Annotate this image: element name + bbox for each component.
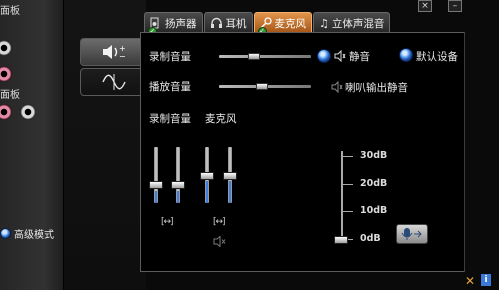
side-tab-effects[interactable]	[80, 68, 146, 96]
advanced-mode-label: 高级模式	[14, 230, 54, 241]
left-panel: 面板 面板 高级模式	[0, 0, 64, 290]
db-label: 10dB	[360, 205, 388, 216]
minimize-icon[interactable]: –	[448, 0, 462, 12]
mic-boost-thumb[interactable]	[334, 236, 348, 244]
tab-microphone[interactable]: ✓ 麦克风	[253, 12, 312, 36]
record-volume-thumb[interactable]	[247, 53, 260, 60]
audio-jack-grey[interactable]	[0, 40, 12, 56]
headphones-icon	[210, 17, 222, 28]
side-tab-volume[interactable]: + −	[80, 38, 146, 66]
mic-mute-speaker-icon[interactable]	[213, 236, 227, 247]
scale-tick	[343, 184, 353, 185]
mic-right-thumb[interactable]	[223, 172, 237, 180]
scale-tick	[343, 156, 353, 157]
speaker-output-mute-label: 喇叭输出静音	[345, 82, 408, 94]
db-label: 0dB	[360, 233, 381, 244]
tab-stereo-mix[interactable]: ♫ 立体声混音	[313, 12, 391, 33]
default-device-label: 默认设备	[416, 51, 458, 63]
record-left-thumb[interactable]	[149, 181, 163, 189]
side-tab-strip: + −	[64, 0, 146, 290]
device-tabs: ✓ 扬声器 耳机 ✓ 麦克风 ♫ 立体声混音	[144, 12, 391, 36]
speaker-mute-icon	[331, 81, 343, 93]
mic-left-thumb[interactable]	[200, 172, 214, 180]
record-left-level	[155, 191, 157, 203]
mute-radio[interactable]	[317, 49, 331, 63]
mic-left-level	[206, 181, 208, 203]
mic-settings-button[interactable]	[396, 224, 428, 244]
panel-label-top: 面板	[0, 6, 20, 17]
record-right-level	[177, 191, 179, 203]
record-link-icon[interactable]: [↔]	[161, 217, 174, 227]
audio-jack-pink-2[interactable]	[0, 104, 12, 120]
microphone-settings-panel: 录制音量 静音 默认设备 播放音量 喇叭输出静音 录制音量 麦克风 [↔] [↔…	[140, 32, 465, 272]
waveform-icon	[101, 74, 126, 90]
advanced-mode-toggle[interactable]: 高级模式	[0, 226, 54, 241]
record-volume-slider[interactable]	[219, 55, 311, 58]
tab-label: 耳机	[225, 17, 247, 30]
microphone-icon	[401, 228, 422, 240]
db-label: 20dB	[360, 178, 388, 189]
close-icon[interactable]: ×	[418, 0, 432, 12]
scale-tick	[343, 211, 353, 212]
svg-text:−: −	[119, 52, 126, 61]
default-device-button[interactable]	[399, 48, 413, 62]
tab-headphones[interactable]: 耳机	[203, 12, 253, 33]
mic-right-level	[229, 181, 231, 203]
record-volume-label: 录制音量	[149, 51, 191, 63]
mic-col-label: 麦克风	[205, 113, 237, 125]
speaker-volume-icon: + −	[102, 44, 126, 61]
tab-label: 立体声混音	[331, 17, 385, 30]
playback-volume-thumb[interactable]	[256, 83, 269, 90]
info-icon[interactable]: i	[481, 274, 491, 286]
record-right-thumb[interactable]	[171, 181, 185, 189]
tools-icon[interactable]: ✕	[465, 274, 475, 288]
db-label: 30dB	[360, 150, 388, 161]
radio-icon	[0, 228, 11, 239]
tab-label: 扬声器	[165, 17, 197, 30]
record-volume-col-label: 录制音量	[149, 113, 191, 125]
panel-label-mid: 面板	[0, 90, 20, 101]
mic-boost-scale[interactable]	[341, 151, 343, 243]
audio-jack-pink[interactable]	[0, 66, 12, 82]
mute-label: 静音	[349, 51, 370, 63]
music-note-icon: ♫	[319, 16, 329, 30]
playback-volume-label: 播放音量	[149, 81, 191, 93]
mute-speaker-icon	[334, 50, 346, 62]
tab-label: 麦克风	[274, 17, 307, 30]
tab-speaker[interactable]: ✓ 扬声器	[144, 12, 203, 36]
mic-link-icon[interactable]: [↔]	[213, 217, 226, 227]
bottom-toolbar: ✕ i	[465, 274, 491, 288]
audio-jack-grey-2[interactable]	[20, 104, 36, 120]
